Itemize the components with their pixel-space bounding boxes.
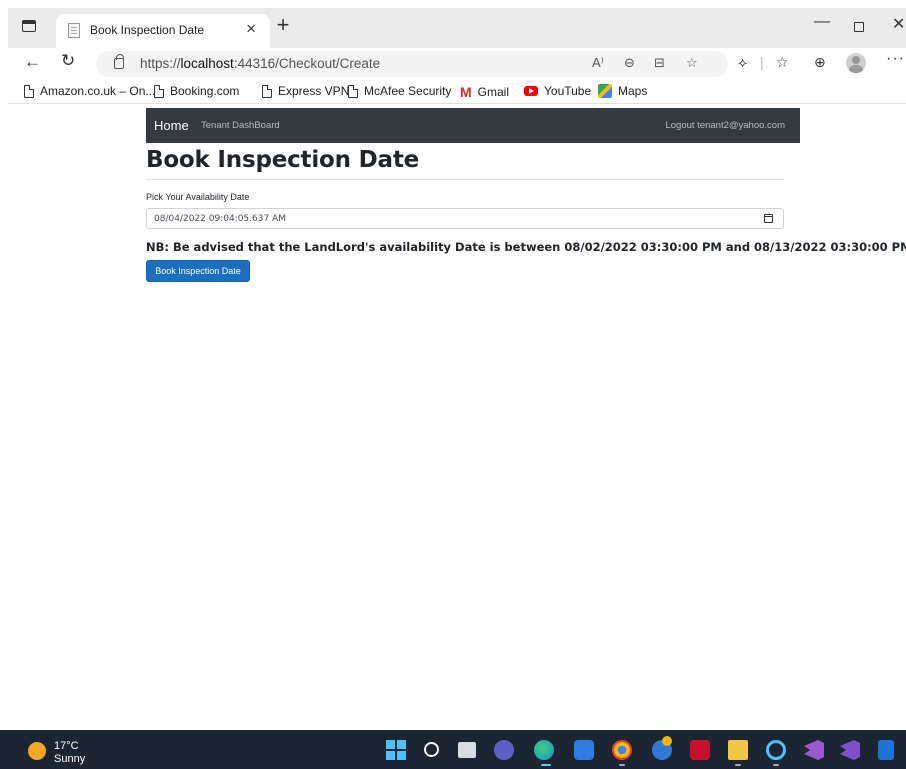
search-icon[interactable] [424, 742, 439, 757]
minimize-button[interactable]: — [814, 13, 830, 31]
browser-tab[interactable]: Book Inspection Date × [56, 14, 270, 48]
youtube-icon [524, 86, 538, 96]
close-window-button[interactable]: ✕ [892, 14, 905, 34]
book-inspection-button[interactable]: Book Inspection Date [146, 260, 250, 282]
back-button[interactable]: ← [24, 52, 41, 72]
toolbar-divider: | [760, 54, 764, 70]
page-icon [262, 84, 272, 98]
favorite-booking[interactable]: Booking.com [154, 84, 239, 98]
page-title: Book Inspection Date [146, 147, 420, 173]
extensions-icon[interactable]: ⟡ [738, 54, 747, 71]
nav-home-link[interactable]: Home [154, 118, 189, 133]
reader-view-icon[interactable]: ⊟ [654, 55, 665, 71]
outlook-icon[interactable] [878, 740, 894, 760]
task-view-icon[interactable] [458, 742, 476, 758]
store-icon[interactable] [574, 740, 594, 760]
sun-icon[interactable] [28, 742, 46, 760]
favorite-mcafee[interactable]: McAfee Security [348, 84, 451, 98]
page-icon [348, 84, 358, 98]
read-aloud-icon[interactable]: A⁾ [592, 55, 604, 71]
tab-close-button[interactable]: × [246, 19, 256, 39]
tab-actions-icon[interactable] [22, 20, 36, 32]
weather-temperature[interactable]: 17°C [54, 740, 79, 752]
cortana-running-indicator [773, 764, 779, 766]
browser-toolbar: ← ↻ https://localhost:44316/Checkout/Cre… [8, 48, 906, 80]
windows-taskbar: 17°C Sunny [0, 730, 906, 769]
visual-studio-icon[interactable] [840, 740, 860, 760]
date-field-label: Pick Your Availability Date [146, 192, 250, 202]
favorite-express-vpn[interactable]: Express VPN [262, 84, 349, 98]
availability-date-input[interactable]: 08/04/2022 09:04:05.637 AM [146, 208, 784, 229]
start-icon[interactable] [386, 740, 406, 760]
new-tab-button[interactable]: + [273, 14, 293, 36]
profile-avatar[interactable] [846, 53, 866, 73]
favorite-maps[interactable]: Maps [598, 84, 647, 98]
refresh-button[interactable]: ↻ [61, 51, 75, 71]
maps-icon [598, 84, 612, 98]
page-icon [24, 84, 34, 98]
favorites-icon[interactable]: ☆ [776, 54, 789, 71]
availability-notice: NB: Be advised that the LandLord's avail… [146, 240, 906, 254]
favorite-amazon[interactable]: Amazon.co.uk – On... [24, 84, 155, 98]
chrome-running-indicator [619, 764, 625, 766]
visual-studio-code-icon[interactable] [804, 740, 824, 760]
app-navbar: Home Tenant DashBoard Logout tenant2@yah… [146, 108, 800, 143]
chrome-icon[interactable] [612, 740, 632, 760]
url-text[interactable]: https://localhost:44316/Checkout/Create [140, 56, 380, 71]
cortana-icon[interactable] [766, 740, 786, 760]
notification-badge-icon [662, 736, 672, 746]
favorites-bar: Amazon.co.uk – On... Booking.com Express… [8, 80, 906, 104]
maximize-button[interactable] [854, 22, 864, 32]
tab-strip: Book Inspection Date × + — ✕ [8, 8, 906, 48]
add-favorite-icon[interactable]: ☆ [686, 55, 698, 71]
favorite-gmail[interactable]: M Gmail [460, 84, 509, 100]
collections-icon[interactable]: ⊕ [814, 54, 826, 71]
mcafee-icon[interactable] [690, 740, 710, 760]
explorer-running-indicator [735, 764, 741, 766]
date-input-value: 08/04/2022 09:04:05.637 AM [154, 214, 286, 224]
more-menu-button[interactable]: ··· [886, 50, 905, 68]
page-favicon-icon [68, 23, 80, 38]
logout-link[interactable]: Logout tenant2@yahoo.com [665, 120, 785, 131]
teams-chat-icon[interactable] [494, 740, 514, 760]
favorite-youtube[interactable]: YouTube [524, 84, 591, 98]
nav-dashboard-link[interactable]: Tenant DashBoard [201, 120, 280, 131]
weather-description[interactable]: Sunny [54, 753, 85, 765]
edge-active-indicator [541, 764, 551, 766]
page-viewport: Home Tenant DashBoard Logout tenant2@yah… [8, 105, 906, 730]
calendar-icon[interactable] [764, 214, 773, 223]
gmail-icon: M [460, 84, 472, 100]
zoom-icon[interactable]: ⊖ [624, 55, 635, 71]
lock-icon[interactable] [114, 54, 124, 69]
title-divider [146, 179, 784, 180]
file-explorer-icon[interactable] [728, 740, 748, 760]
address-bar[interactable]: https://localhost:44316/Checkout/Create … [96, 51, 728, 77]
edge-icon[interactable] [534, 740, 554, 760]
tab-title: Book Inspection Date [90, 23, 205, 37]
page-icon [154, 84, 164, 98]
